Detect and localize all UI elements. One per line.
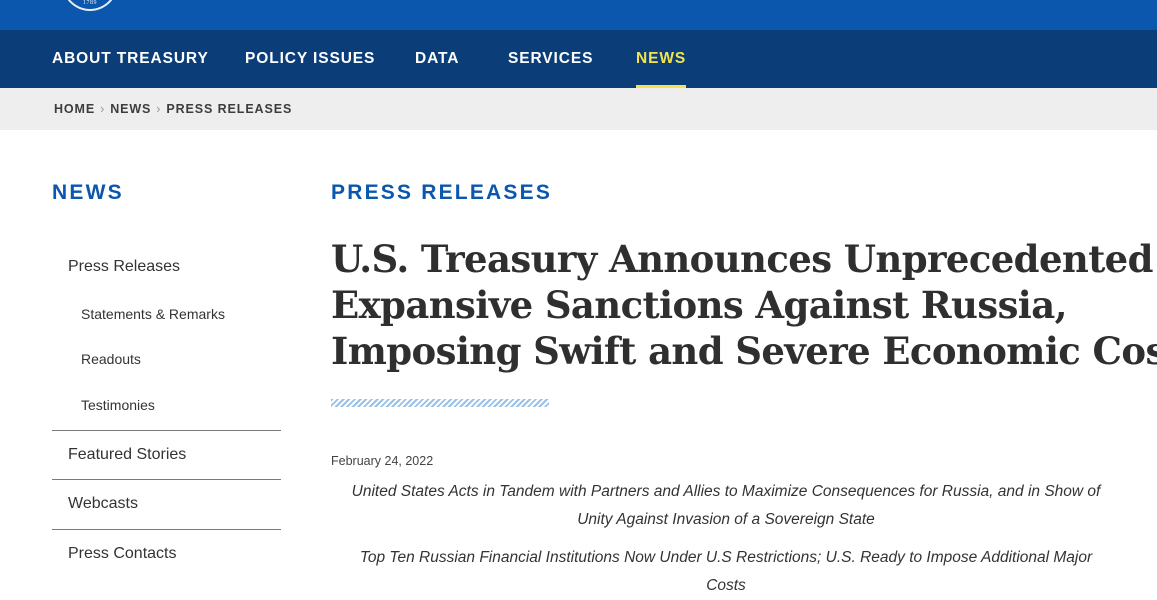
subheading-line: Unity Against Invasion of a Sovereign St… xyxy=(577,511,875,528)
article-subheading: Top Ten Russian Financial Institutions N… xyxy=(331,544,1121,600)
publish-date: February 24, 2022 xyxy=(331,454,434,468)
nav-data[interactable]: DATA xyxy=(415,30,459,88)
page-title: U.S. Treasury Announces Unprecedented & … xyxy=(331,236,1157,374)
nav-about-treasury[interactable]: ABOUT TREASURY xyxy=(52,30,209,88)
title-line: Imposing Swift and Severe Economic Costs xyxy=(331,329,1157,373)
breadcrumb: HOME › NEWS › PRESS RELEASES xyxy=(54,88,292,130)
treasury-seal-logo[interactable]: 1789 xyxy=(62,0,118,11)
section-label: PRESS RELEASES xyxy=(331,181,553,204)
sidebar-item-featured-stories[interactable]: Featured Stories xyxy=(68,446,186,464)
nav-services[interactable]: SERVICES xyxy=(508,30,593,88)
article-subheading: United States Acts in Tandem with Partne… xyxy=(331,478,1121,534)
sidebar-item-statements-remarks[interactable]: Statements & Remarks xyxy=(81,306,225,322)
sidebar-divider xyxy=(52,430,281,431)
top-banner: 1789 xyxy=(0,0,1157,30)
chevron-right-icon: › xyxy=(156,102,162,116)
breadcrumb-news[interactable]: NEWS xyxy=(110,102,151,116)
subheading-line: United States Acts in Tandem with Partne… xyxy=(351,483,1101,500)
nav-policy-issues[interactable]: POLICY ISSUES xyxy=(245,30,375,88)
sidebar-divider xyxy=(52,479,281,480)
title-line: U.S. Treasury Announces Unprecedented & xyxy=(331,237,1157,281)
main-nav: ABOUT TREASURY POLICY ISSUES DATA SERVIC… xyxy=(0,30,1157,88)
breadcrumb-press-releases[interactable]: PRESS RELEASES xyxy=(166,102,292,116)
breadcrumb-home[interactable]: HOME xyxy=(54,102,95,116)
subheading-line: Costs xyxy=(706,577,746,594)
seal-year: 1789 xyxy=(83,0,97,6)
sidebar-item-press-contacts[interactable]: Press Contacts xyxy=(68,545,176,563)
sidebar-title: NEWS xyxy=(52,181,124,204)
sidebar-item-testimonies[interactable]: Testimonies xyxy=(81,397,155,413)
sidebar-item-press-releases[interactable]: Press Releases xyxy=(68,258,180,276)
breadcrumb-bar: HOME › NEWS › PRESS RELEASES xyxy=(0,88,1157,130)
title-line: Expansive Sanctions Against Russia, xyxy=(331,283,1068,327)
sidebar-item-readouts[interactable]: Readouts xyxy=(81,351,141,367)
subheading-line: Top Ten Russian Financial Institutions N… xyxy=(359,549,1093,566)
nav-news[interactable]: NEWS xyxy=(636,30,687,88)
chevron-right-icon: › xyxy=(100,102,106,116)
sidebar-divider xyxy=(52,529,281,530)
title-underline-decoration xyxy=(331,399,549,407)
sidebar-item-webcasts[interactable]: Webcasts xyxy=(68,495,138,513)
